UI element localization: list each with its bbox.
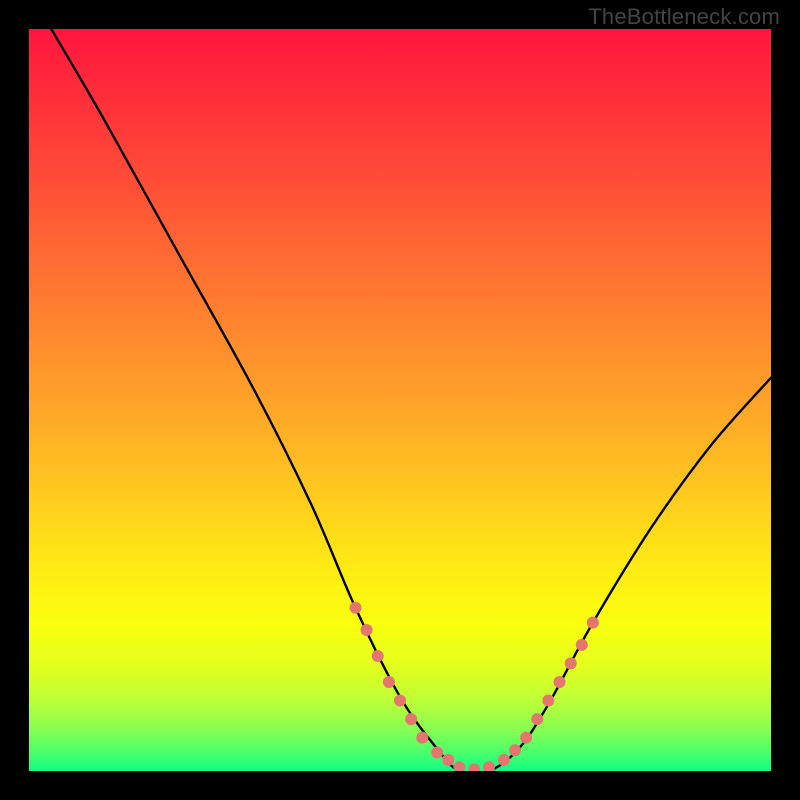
marker-dot: [542, 695, 554, 707]
marker-cluster-group: [350, 602, 599, 771]
marker-dot: [394, 695, 406, 707]
marker-dot: [361, 624, 373, 636]
bottleneck-curve-path: [51, 29, 771, 771]
marker-dot: [498, 754, 510, 766]
curve-svg: [29, 29, 771, 771]
marker-dot: [372, 650, 384, 662]
marker-dot: [453, 761, 465, 771]
marker-dot: [587, 617, 599, 629]
marker-dot: [576, 639, 588, 651]
marker-dot: [554, 676, 566, 688]
marker-dot: [483, 761, 495, 771]
marker-dot: [509, 744, 521, 756]
marker-dot: [531, 713, 543, 725]
marker-dot: [350, 602, 362, 614]
marker-dot: [383, 676, 395, 688]
marker-dot: [431, 747, 443, 759]
plot-area: [29, 29, 771, 771]
chart-frame: TheBottleneck.com: [0, 0, 800, 800]
marker-dot: [405, 713, 417, 725]
marker-dot: [468, 764, 480, 772]
marker-dot: [520, 732, 532, 744]
marker-dot: [565, 657, 577, 669]
watermark-text: TheBottleneck.com: [588, 4, 780, 30]
marker-dot: [442, 754, 454, 766]
marker-dot: [416, 732, 428, 744]
